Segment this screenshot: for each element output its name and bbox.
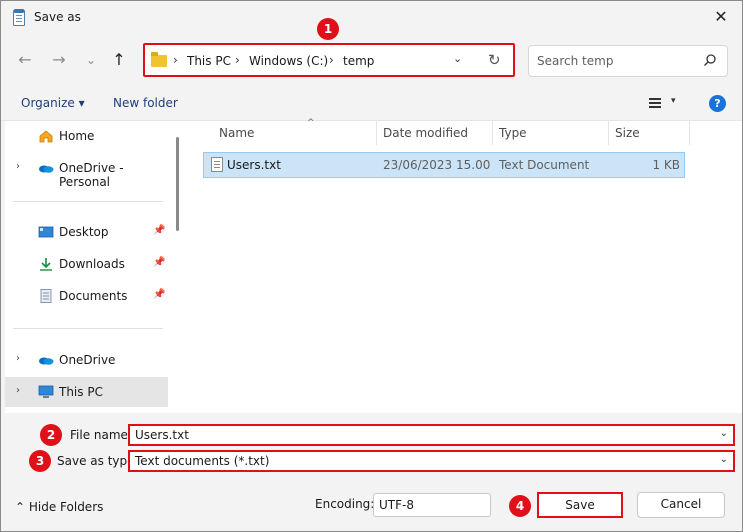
save-as-dialog: Save as ✕ ← → ⌄ ↑ › This PC › Windows (C… <box>0 0 743 532</box>
desktop-icon <box>38 226 54 238</box>
annotation-badge-1: 1 <box>317 18 339 40</box>
column-header-name[interactable]: ^ Name <box>206 118 376 145</box>
breadcrumb-separator: › <box>329 53 334 67</box>
sort-ascending-icon: ^ <box>307 118 315 128</box>
folder-icon <box>151 52 167 67</box>
close-button[interactable]: ✕ <box>710 6 732 28</box>
breadcrumb-separator: › <box>173 53 178 67</box>
column-header-type[interactable]: Type <box>493 121 608 145</box>
pin-icon[interactable]: 📌 <box>153 225 165 236</box>
refresh-icon[interactable]: ↻ <box>488 51 501 69</box>
help-icon[interactable]: ? <box>709 95 726 112</box>
breadcrumb-separator: › <box>235 53 240 67</box>
file-size: 1 KB <box>652 158 680 172</box>
save-as-type-value: Text documents (*.txt) <box>135 454 270 468</box>
breadcrumb-this-pc[interactable]: This PC <box>187 54 231 68</box>
onedrive-icon <box>39 357 54 365</box>
sidebar-item-label: OneDrive - Personal <box>59 161 124 189</box>
navigation-pane: Home › OneDrive - Personal Desktop 📌 Dow… <box>5 121 188 413</box>
back-button[interactable]: ← <box>15 49 35 71</box>
sidebar-divider <box>13 201 163 202</box>
cancel-button[interactable]: Cancel <box>637 492 725 518</box>
documents-icon <box>40 289 52 303</box>
file-name-label: File name: <box>70 428 132 442</box>
notepad-icon <box>13 9 25 26</box>
title-bar: Save as ✕ <box>1 1 742 35</box>
file-list: ^ Name Date modified Type Size Users.txt… <box>188 118 742 413</box>
sidebar-scrollbar[interactable] <box>176 137 179 231</box>
view-list-icon[interactable] <box>649 97 663 109</box>
file-date-modified: 23/06/2023 15.00 <box>383 158 491 172</box>
sidebar-item-documents[interactable]: Documents 📌 <box>5 281 168 311</box>
save-form: 2 File name: Users.txt ⌄ 3 Save as type:… <box>1 413 742 531</box>
address-dropdown-icon[interactable]: ⌄ <box>453 52 462 65</box>
breadcrumb-windows-c[interactable]: Windows (C:) <box>249 54 328 68</box>
organize-button[interactable]: Organize ▾ <box>21 96 85 110</box>
pin-icon[interactable]: 📌 <box>153 257 165 268</box>
encoding-value: UTF-8 <box>379 498 414 512</box>
save-as-type-dropdown-icon[interactable]: ⌄ <box>720 454 728 465</box>
annotation-badge-3: 3 <box>29 450 51 472</box>
sidebar-item-label: Downloads <box>59 257 125 271</box>
recent-locations-button[interactable]: ⌄ <box>81 49 101 71</box>
sidebar-item-downloads[interactable]: Downloads 📌 <box>5 249 168 279</box>
downloads-icon <box>40 258 52 271</box>
save-as-type-select[interactable]: Text documents (*.txt) ⌄ <box>128 450 735 472</box>
sidebar-item-desktop[interactable]: Desktop 📌 <box>5 217 168 247</box>
column-header-date-modified[interactable]: Date modified <box>377 121 492 145</box>
forward-button[interactable]: → <box>49 49 69 71</box>
sidebar-divider <box>13 328 163 329</box>
command-bar: Organize ▾ New folder ▾ ? <box>1 87 742 121</box>
expand-chevron-icon[interactable]: › <box>16 385 20 396</box>
text-file-icon <box>211 157 223 172</box>
file-name: Users.txt <box>227 158 281 172</box>
window-title: Save as <box>34 10 81 24</box>
expand-chevron-icon[interactable]: › <box>16 353 20 364</box>
expand-chevron-icon[interactable]: › <box>16 161 20 172</box>
pin-icon[interactable]: 📌 <box>153 289 165 300</box>
sidebar-item-label: This PC <box>59 385 103 399</box>
sidebar-item-onedrive-personal[interactable]: › OneDrive - Personal <box>5 153 168 189</box>
encoding-label: Encoding: <box>315 497 375 511</box>
file-name-field[interactable]: Users.txt ⌄ <box>128 424 735 446</box>
encoding-select[interactable]: UTF-8 <box>373 493 491 517</box>
file-name-value[interactable]: Users.txt <box>135 428 189 442</box>
new-folder-button[interactable]: New folder <box>113 96 178 110</box>
sidebar-item-label: Home <box>59 129 95 143</box>
search-input[interactable]: Search temp <box>528 45 728 77</box>
file-type: Text Document <box>499 158 590 172</box>
sidebar-item-this-pc[interactable]: › This PC <box>5 377 168 407</box>
search-icon[interactable] <box>703 53 717 67</box>
computer-icon <box>38 385 54 398</box>
annotation-badge-4: 4 <box>509 495 531 517</box>
column-header-size[interactable]: Size <box>609 121 689 145</box>
navigation-bar: ← → ⌄ ↑ › This PC › Windows (C:) › temp … <box>1 18 742 87</box>
sidebar-item-onedrive[interactable]: › OneDrive <box>5 345 168 375</box>
home-icon <box>39 130 53 143</box>
view-menu-chevron-icon[interactable]: ▾ <box>671 96 676 106</box>
annotation-badge-2: 2 <box>40 424 62 446</box>
file-name-dropdown-icon[interactable]: ⌄ <box>720 428 728 439</box>
up-button[interactable]: ↑ <box>109 49 129 71</box>
sidebar-item-label: Documents <box>59 289 128 303</box>
sidebar-item-label: Desktop <box>59 225 109 239</box>
search-placeholder: Search temp <box>537 54 614 68</box>
address-bar[interactable]: › This PC › Windows (C:) › temp ⌄ ↻ <box>143 43 515 77</box>
save-as-type-label: Save as type: <box>57 454 139 468</box>
save-button[interactable]: Save <box>537 492 623 518</box>
sidebar-item-home[interactable]: Home <box>5 121 168 151</box>
onedrive-icon <box>39 165 54 173</box>
breadcrumb-temp[interactable]: temp <box>343 54 374 68</box>
sidebar-item-label: OneDrive <box>59 353 116 367</box>
hide-folders-button[interactable]: ⌃ Hide Folders <box>15 500 103 514</box>
file-row-users-txt[interactable]: Users.txt 23/06/2023 15.00 Text Document… <box>203 152 685 178</box>
column-divider[interactable] <box>689 121 690 145</box>
